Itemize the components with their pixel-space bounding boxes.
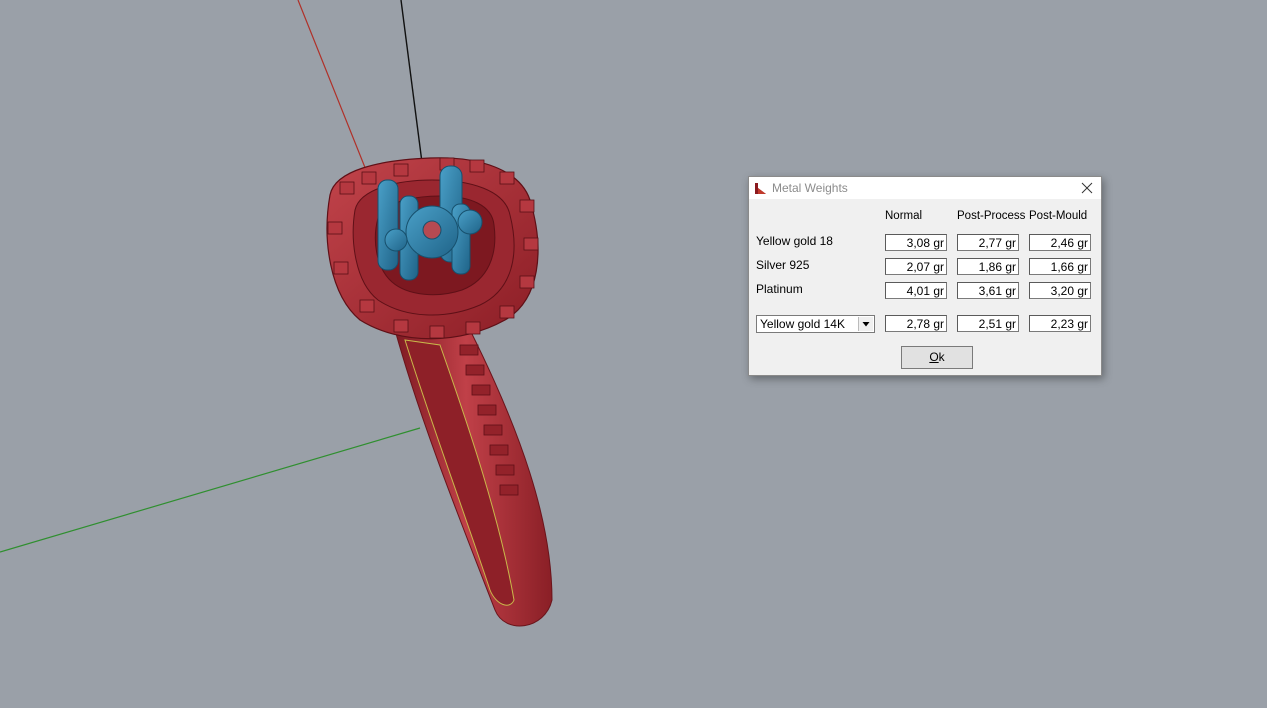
weight-field-yellow-gold-18-normal[interactable] <box>885 234 947 251</box>
weight-field-silver-925-normal[interactable] <box>885 258 947 275</box>
ok-accelerator: O <box>929 350 939 364</box>
dialog-title: Metal Weights <box>772 181 848 195</box>
column-header-post-process: Post-Process <box>957 210 1026 222</box>
ring-model[interactable] <box>326 157 553 627</box>
app-logo-icon <box>755 183 766 194</box>
center-stone-hole <box>422 220 442 240</box>
weight-field-yellow-gold-18-post-process[interactable] <box>957 234 1019 251</box>
metal-select-dropdown[interactable]: Yellow gold 14K <box>756 315 875 333</box>
chevron-down-icon[interactable] <box>858 317 873 331</box>
weight-field-custom-post-mould[interactable] <box>1029 315 1091 332</box>
weight-field-yellow-gold-18-post-mould[interactable] <box>1029 234 1091 251</box>
weight-field-platinum-post-process[interactable] <box>957 282 1019 299</box>
metal-select-value: Yellow gold 14K <box>760 317 845 331</box>
weight-field-silver-925-post-mould[interactable] <box>1029 258 1091 275</box>
column-header-post-mould: Post-Mould <box>1029 210 1088 222</box>
ok-label-rest: k <box>938 350 945 364</box>
metal-weights-dialog: Metal Weights Normal Post-Process Post-M… <box>748 176 1102 376</box>
weight-field-platinum-normal[interactable] <box>885 282 947 299</box>
weight-field-custom-post-process[interactable] <box>957 315 1019 332</box>
weight-field-silver-925-post-process[interactable] <box>957 258 1019 275</box>
column-header-normal: Normal <box>885 210 923 222</box>
z-axis-line <box>400 0 425 179</box>
y-axis-line <box>0 427 421 553</box>
x-axis-line <box>297 0 373 186</box>
row-label-platinum: Platinum <box>756 282 803 296</box>
dialog-title-bar[interactable]: Metal Weights <box>749 177 1101 199</box>
row-label-yellow-gold-18: Yellow gold 18 <box>756 234 833 248</box>
weight-field-platinum-post-mould[interactable] <box>1029 282 1091 299</box>
close-icon[interactable] <box>1077 179 1097 197</box>
row-label-silver-925: Silver 925 <box>756 258 810 272</box>
ok-button[interactable]: Ok <box>901 346 973 369</box>
weight-field-custom-normal[interactable] <box>885 315 947 332</box>
